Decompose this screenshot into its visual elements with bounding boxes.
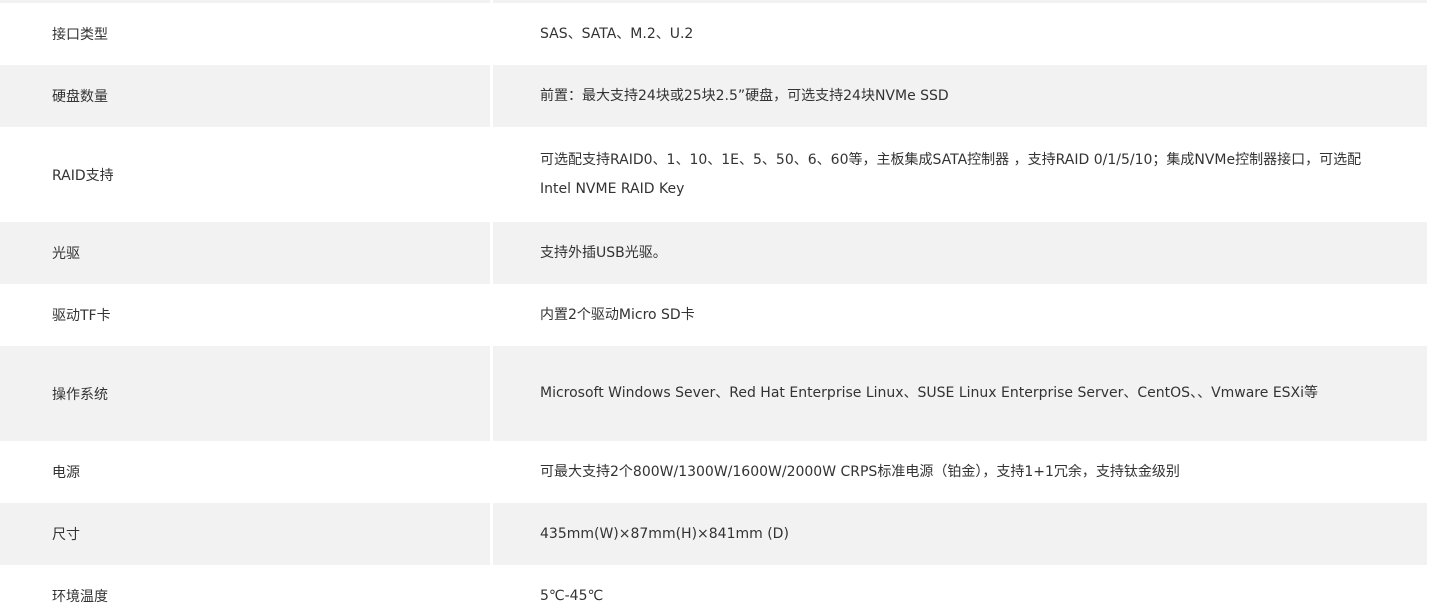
row-value: 可选配支持RAID0、1、10、1E、5、50、6、60等，主板集成SATA控制…	[540, 151, 1362, 197]
table-row: 环境温度 5℃-45℃	[0, 565, 1433, 615]
row-value: 可最大支持2个800W/1300W/1600W/2000W CRPS标准电源（铂…	[540, 463, 1180, 480]
row-label: 操作系统	[0, 346, 490, 441]
table-row: 光驱 支持外插USB光驱。	[0, 222, 1433, 284]
row-label: 硬盘数量	[0, 65, 490, 127]
row-label: 驱动TF卡	[52, 308, 111, 324]
row-value: 支持外插USB光驱。	[493, 222, 1427, 284]
table-row: 接口类型 SAS、SATA、M.2、U.2	[0, 3, 1433, 65]
row-label: 尺寸	[0, 503, 490, 565]
row-value: 5℃-45℃	[540, 587, 604, 604]
row-label: RAID支持	[52, 167, 114, 184]
table-row: 操作系统 Microsoft Windows Sever、Red Hat Ent…	[0, 346, 1433, 441]
table-row: 电源 可最大支持2个800W/1300W/1600W/2000W CRPS标准电…	[0, 441, 1433, 503]
row-value: 内置2个驱动Micro SD卡	[540, 306, 695, 323]
table-row: 尺寸 435mm(W)×87mm(H)×841mm (D)	[0, 503, 1433, 565]
table-row: RAID支持 可选配支持RAID0、1、10、1E、5、50、6、60等，主板集…	[0, 127, 1433, 222]
spec-table: 接口类型 SAS、SATA、M.2、U.2 硬盘数量 前置：最大支持24块或25…	[0, 0, 1433, 615]
row-label: 光驱	[0, 222, 490, 284]
row-value: Microsoft Windows Sever、Red Hat Enterpri…	[493, 346, 1427, 441]
row-label: 接口类型	[52, 27, 108, 43]
row-label: 环境温度	[52, 589, 108, 605]
row-value: SAS、SATA、M.2、U.2	[540, 25, 694, 42]
row-value: 435mm(W)×87mm(H)×841mm (D)	[493, 503, 1427, 565]
table-row: 驱动TF卡 内置2个驱动Micro SD卡	[0, 284, 1433, 346]
table-row: 硬盘数量 前置：最大支持24块或25块2.5”硬盘，可选支持24块NVMe SS…	[0, 65, 1433, 127]
row-value: 前置：最大支持24块或25块2.5”硬盘，可选支持24块NVMe SSD	[493, 65, 1427, 127]
row-label: 电源	[52, 465, 80, 481]
